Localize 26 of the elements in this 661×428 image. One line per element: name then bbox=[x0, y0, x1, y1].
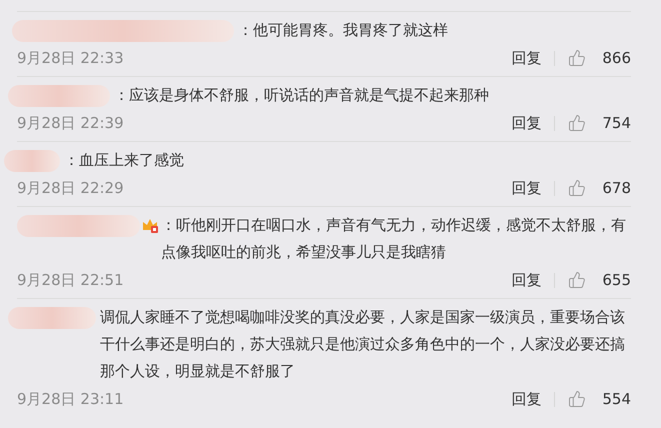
reply-link[interactable]: 回复 bbox=[511, 176, 542, 200]
like-count: 554 bbox=[602, 388, 631, 410]
like-icon[interactable] bbox=[568, 49, 586, 67]
like-icon[interactable] bbox=[568, 114, 586, 132]
like-count: 754 bbox=[602, 112, 631, 134]
like-icon[interactable] bbox=[568, 271, 586, 289]
reply-link[interactable]: 回复 bbox=[511, 268, 542, 292]
comment-time: 9月28日 22:39 bbox=[17, 112, 124, 134]
comment-text: ：听他刚开口在咽口水，声音有气无力，动作迟缓，感觉不太舒服，有点像我呕吐的前兆，希望没事儿只是我瞎猜 bbox=[161, 215, 627, 263]
comment-text: ：他可能胃疼。我胃疼了就这样 bbox=[238, 20, 448, 41]
reply-link[interactable]: 回复 bbox=[511, 46, 542, 70]
comment-text: 调侃人家睡不了觉想喝咖啡没奖的真没必要，人家是国家一级演员，重要场合该干什么事还是明白的，苏大强就只是他演过众多角色中的一个，人家没必要还搞那个人设，明显就是不舒服了 bbox=[100, 307, 626, 382]
comment-time: 9月28日 23:11 bbox=[17, 388, 124, 410]
comment-time: 9月28日 22:33 bbox=[17, 48, 124, 69]
like-count: 655 bbox=[602, 270, 631, 291]
comment-text: ：血压上来了感觉 bbox=[64, 150, 184, 171]
like-count: 678 bbox=[602, 178, 631, 199]
redacted-name bbox=[4, 150, 60, 172]
comment-time: 9月28日 22:29 bbox=[17, 178, 124, 199]
comment-text: ：应该是身体不舒服，听说话的声音就是气提不起来那种 bbox=[114, 85, 489, 106]
reply-link[interactable]: 回复 bbox=[511, 112, 542, 134]
like-icon[interactable] bbox=[568, 390, 586, 408]
like-count: 866 bbox=[602, 48, 631, 69]
comment-time: 9月28日 22:51 bbox=[17, 270, 124, 291]
reply-link[interactable]: 回复 bbox=[511, 388, 542, 410]
like-icon[interactable] bbox=[568, 179, 586, 197]
